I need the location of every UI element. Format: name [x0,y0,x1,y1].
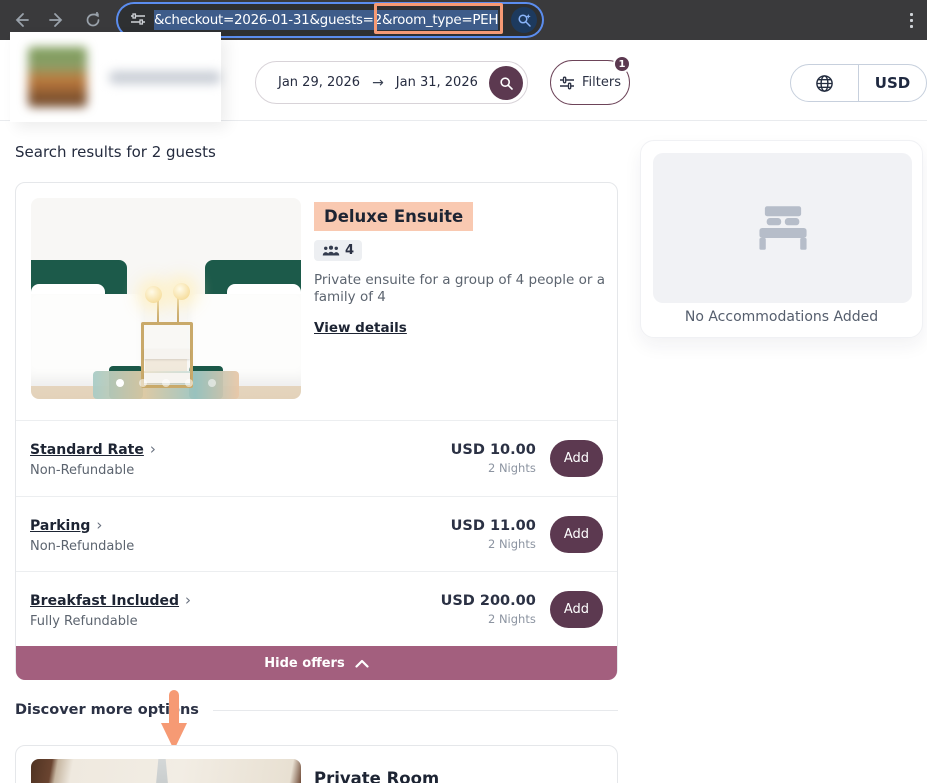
discover-heading: Discover more options [15,702,199,718]
offer-name-link[interactable]: Breakfast Included [30,593,179,609]
discover-section: Discover more options [15,702,618,718]
hotel-logo[interactable] [10,32,221,122]
offers-list: Standard Rate› Non-Refundable USD 10.00 … [16,420,617,646]
site-settings-icon[interactable] [130,11,146,30]
browser-menu-button[interactable] [899,8,923,32]
hotel-logo-image-blurred [28,47,87,107]
bed-icon [754,206,812,250]
occupancy-count: 4 [345,243,354,258]
url-text: &checkout=2026-01-31&guests=2&room_type=… [154,12,498,28]
room-info: Deluxe Ensuite 4 Private ensuite for a g… [314,198,614,405]
room-photo-carousel[interactable] [31,198,301,399]
offer-name-link[interactable]: Parking [30,518,90,534]
view-details-link[interactable]: View details [314,320,407,336]
chevron-right-icon: › [150,440,156,458]
lens-icon [517,13,532,28]
room-name: Deluxe Ensuite [324,207,463,226]
language-button[interactable] [791,65,858,101]
offer-duration: 2 Nights [451,537,536,551]
carousel-dot[interactable] [116,379,124,387]
room-card-next: Private Room [15,745,618,783]
page: &checkout=2026-01-31&guests=2&room_type=… [0,0,927,783]
carousel-dot[interactable] [162,379,170,387]
reload-button[interactable] [78,5,108,35]
offer-row: Parking › Non-Refundable USD 11.00 2 Nigh… [16,496,617,571]
offer-price: USD 200.00 [441,593,536,609]
add-offer-button[interactable]: Add [550,440,603,477]
room-description: Private ensuite for a group of 4 people … [314,272,614,306]
search-with-lens-button[interactable] [511,7,537,33]
cart-empty-illustration [653,153,912,303]
site-header: Jan 29, 2026 → Jan 31, 2026 Filters 1 US… [0,40,927,121]
accommodations-cart: No Accommodations Added [640,140,923,338]
occupancy-chip: 4 [314,240,362,261]
photo-chandelier [151,759,173,783]
carousel-dot[interactable] [208,379,216,387]
photo-lamp-stem [177,298,179,324]
filters-label: Filters [582,75,621,90]
offer-duration: 2 Nights [441,612,536,626]
photo-lamp-stem [157,300,159,324]
currency-button[interactable]: USD [859,65,926,101]
checkout-date[interactable]: Jan 31, 2026 [396,75,478,90]
photo-lamp [173,283,190,300]
offer-policy: Fully Refundable [30,614,191,629]
results-heading: Search results for 2 guests [15,143,216,161]
offer-duration: 2 Nights [451,461,536,475]
offer-price: USD 11.00 [451,518,536,534]
carousel-dot[interactable] [185,379,193,387]
add-offer-button[interactable]: Add [550,516,603,553]
offer-price: USD 10.00 [451,442,536,458]
back-arrow-icon [13,12,29,28]
filters-badge: 1 [613,55,631,73]
offer-row: Standard Rate› Non-Refundable USD 10.00 … [16,421,617,496]
hide-offers-button[interactable]: Hide offers [16,646,617,680]
room-name: Private Room [314,759,439,783]
guests-icon [322,245,340,257]
hide-offers-label: Hide offers [264,656,344,671]
cart-empty-message: No Accommodations Added [641,309,922,325]
date-arrow-icon: → [372,75,384,91]
hotel-name-blurred [109,71,221,84]
back-button[interactable] [6,5,36,35]
reload-icon [85,12,101,28]
globe-icon [815,74,834,93]
room-card-top: Deluxe Ensuite 4 Private ensuite for a g… [16,183,617,420]
date-range-picker[interactable]: Jan 29, 2026 → Jan 31, 2026 [255,61,528,104]
divider [213,710,618,711]
offer-row: Breakfast Included › Fully Refundable USD… [16,571,617,646]
carousel-dots [116,379,216,387]
add-offer-button[interactable]: Add [550,591,603,628]
offer-name-link[interactable]: Standard Rate [30,442,144,458]
search-dates-button[interactable] [489,66,523,100]
annotation-name-highlight: Deluxe Ensuite [314,202,473,231]
chevron-up-icon [355,659,369,668]
filters-sliders-icon [559,76,575,90]
filters-button[interactable]: Filters 1 [550,60,630,105]
offer-policy: Non-Refundable [30,463,156,478]
url-highlighted-text: &room_type=PEH [382,10,498,30]
photo-lamp [145,286,162,303]
forward-arrow-icon [49,12,65,28]
room-card: Deluxe Ensuite 4 Private ensuite for a g… [15,182,618,679]
search-icon [499,76,514,91]
chevron-right-icon: › [96,516,102,534]
forward-button[interactable] [42,5,72,35]
language-currency-switcher: USD [790,64,927,102]
checkin-date[interactable]: Jan 29, 2026 [278,75,360,90]
url-selected-text: &checkout=2026-01-31&guests=2 [154,10,382,30]
carousel-dot[interactable] [139,379,147,387]
chevron-right-icon: › [185,591,191,609]
offer-policy: Non-Refundable [30,539,134,554]
room-photo-carousel[interactable] [31,759,301,783]
